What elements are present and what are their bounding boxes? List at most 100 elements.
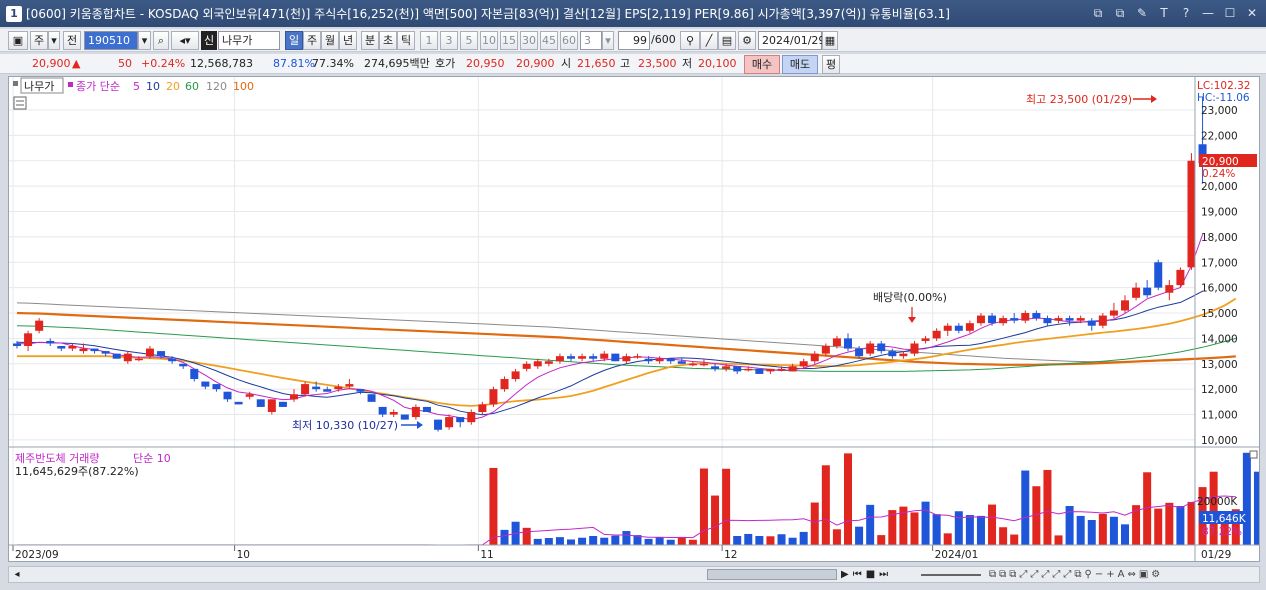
legend-series-label: 종가 단순 [76,80,120,93]
count-input[interactable]: 99 [618,31,650,50]
candle-body [145,348,154,357]
legend-marker-icon [68,82,73,87]
interval-dropdown-icon[interactable]: ▾ [602,31,614,50]
sell-button[interactable]: 매도 [782,55,818,74]
volume-bar [688,539,697,545]
indicator-icon[interactable]: ⚲ [680,31,700,50]
interval-60[interactable]: 60 [560,31,578,50]
whole-button[interactable]: 전 [63,31,81,50]
candle-body [1054,318,1063,321]
history-icon[interactable]: ◂▾ [171,31,199,50]
candle-body [1087,320,1096,326]
copy-window-icon[interactable]: ⧉ [1112,4,1128,22]
volume-ratio: 87.81% [273,57,315,70]
chart-window: 1 [0600] 키움종합차트 - KOSDAQ 외국인보유[471(천)] 주… [0,0,1266,590]
tab-year[interactable]: 년 [339,31,357,50]
volume-legend-title: 제주반도체 거래량 [15,452,99,465]
price-tick-label: 22,000 [1201,130,1238,142]
volume-bar [988,504,997,545]
volume-bar [1109,516,1118,545]
candle-body [1132,287,1141,298]
close-button[interactable]: ✕ [1244,4,1260,22]
window-number-badge: 1 [6,5,22,22]
volume-bar [533,538,542,545]
chart-area[interactable]: 10,000 11,000 12,000 13,000 14,000 15,000 16,0… [8,76,1260,562]
candle-body [578,356,587,359]
buy-button[interactable]: 매수 [744,55,780,74]
price-tick-label: 17,000 [1201,257,1238,269]
candle-body [555,356,564,362]
unit-dropdown-icon[interactable]: ▾ [48,31,60,50]
change-amount: 50 [118,57,132,70]
current-price: 20,900 [32,57,71,70]
ma-line-10 [16,290,1203,416]
maximize-button[interactable]: ☐ [1222,4,1238,22]
candle-body [932,330,941,339]
stock-name-field[interactable]: 나무가 [218,31,280,50]
volume-bar [589,535,598,545]
interval-input[interactable]: 3 [580,31,602,50]
candle-body [755,368,764,374]
minimize-button[interactable]: — [1200,4,1216,22]
candlestick-chart[interactable]: 10,000 11,000 12,000 13,000 14,000 15,000 16,0… [9,77,1259,561]
link-window-icon[interactable]: ⧉ [1090,4,1106,22]
candle-body [888,351,897,357]
candle-body [389,412,398,415]
tab-week[interactable]: 주 [303,31,321,50]
candle-body [544,361,553,364]
volume-bar [500,529,509,545]
interval-30[interactable]: 30 [520,31,538,50]
volume-bar [965,515,974,545]
volume-bar [1087,519,1096,545]
volume-bar [711,495,720,545]
edit-icon[interactable]: ✎ [1134,4,1150,22]
playback-controls-icon[interactable]: ▶⏮■⏭ [841,568,913,581]
tab-second[interactable]: 초 [379,31,397,50]
evaluate-button[interactable]: 평 [822,55,840,74]
interval-10[interactable]: 10 [480,31,498,50]
interval-5[interactable]: 5 [460,31,478,50]
window-title: [0600] 키움종합차트 - KOSDAQ 외국인보유[471(천)] 주식수… [26,7,950,21]
date-input[interactable]: 2024/01/29 [758,31,825,50]
tab-minute[interactable]: 분 [361,31,379,50]
code-dropdown-icon[interactable]: ▾ [138,31,151,50]
save-icon[interactable]: ▤ [718,31,736,50]
font-icon[interactable]: T [1156,4,1172,22]
calendar-icon[interactable]: ▦ [822,31,838,50]
pane-collapse-icon[interactable] [1249,450,1258,459]
candle-body [256,399,265,407]
date-axis: 2023/09 10 11 12 2024/01 01/29 [12,545,1231,561]
volume-bar [1242,452,1251,545]
interval-1[interactable]: 1 [420,31,438,50]
candle-body [766,368,775,372]
calculator-icon[interactable] [13,96,27,110]
tab-month[interactable]: 월 [321,31,339,50]
candle-body [323,389,332,392]
search-icon[interactable]: ⌕ [153,31,169,50]
candle-body [35,320,44,331]
interval-3[interactable]: 3 [440,31,458,50]
settings-gear-icon[interactable]: ⚙ [738,31,756,50]
candle-body [46,340,55,344]
open-label: 시 [561,57,572,70]
tab-day[interactable]: 일 [285,31,303,50]
layout-icon[interactable]: ▣ [8,31,28,50]
scroll-thumb[interactable] [707,569,837,580]
candle-body [866,343,875,354]
legend-toggle-icon[interactable] [13,81,18,86]
stock-code-input[interactable]: 190510 [84,31,138,50]
unit-week-button[interactable]: 주 [30,31,48,50]
chart-scrollbar[interactable]: ◂ ▶⏮■⏭ ⧉⧉⧉⤢⤢⤢⤢⤢⧉⚲−+A⇔▣⚙ [8,566,1260,583]
scroll-left-icon[interactable]: ◂ [10,568,24,581]
drawing-tools-icons[interactable]: ⧉⧉⧉⤢⤢⤢⤢⤢⧉⚲−+A⇔▣⚙ [989,568,1253,581]
interval-15[interactable]: 15 [500,31,518,50]
drawing-icon[interactable]: ╱ [700,31,718,50]
ma-line-120 [16,302,1236,363]
interval-45[interactable]: 45 [540,31,558,50]
tab-tick[interactable]: 틱 [397,31,415,50]
volume-bar [844,453,852,545]
zoom-slider[interactable] [921,574,981,576]
candle-body [290,394,298,400]
help-icon[interactable]: ? [1178,4,1194,22]
volume-bar [810,502,819,545]
